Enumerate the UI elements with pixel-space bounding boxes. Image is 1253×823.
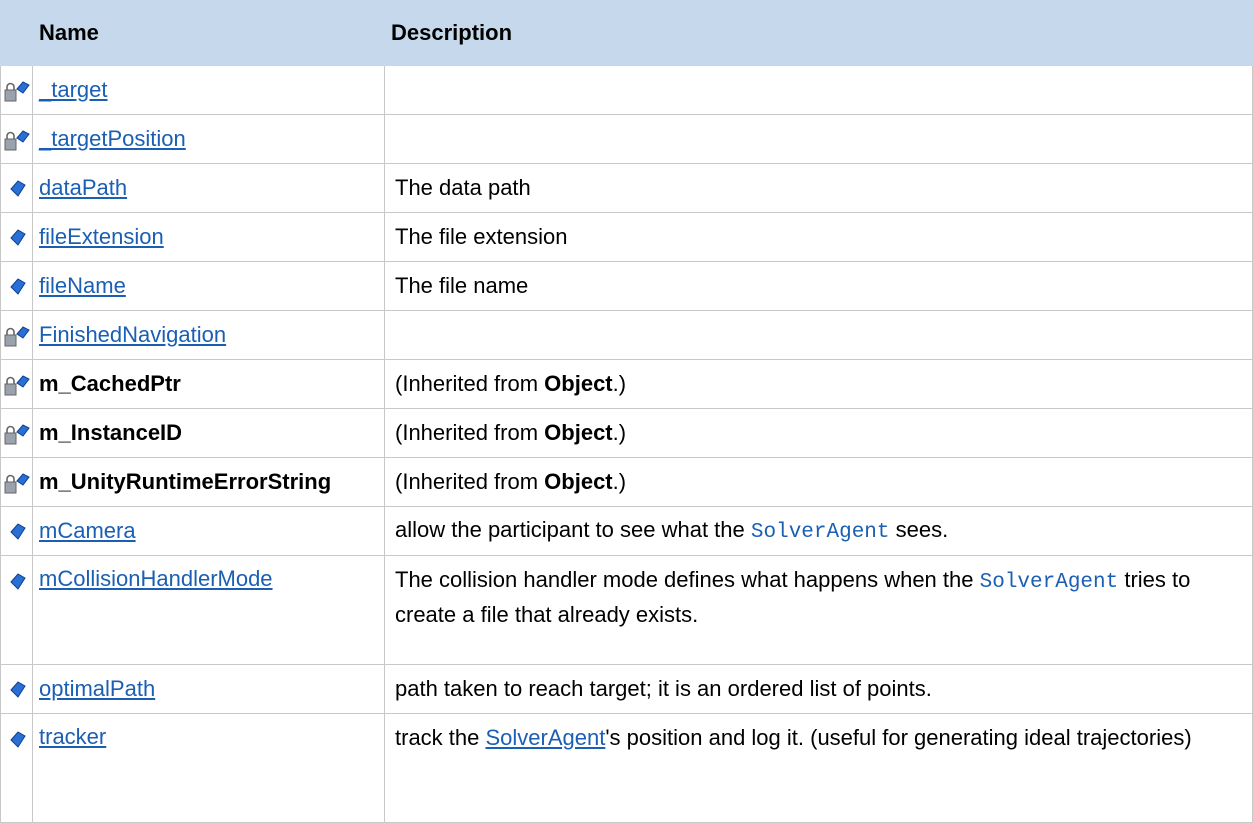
table-row: dataPath The data path	[0, 163, 1253, 213]
desc-bold: Object	[544, 371, 613, 396]
member-link-filename[interactable]: fileName	[39, 273, 126, 298]
member-link-optimalpath[interactable]: optimalPath	[39, 676, 155, 701]
table-row: mCollisionHandlerMode The collision hand…	[0, 555, 1253, 665]
member-description: (Inherited from Object.)	[384, 408, 1253, 458]
header-description: Description	[384, 0, 1253, 66]
member-name: m_CachedPtr	[39, 371, 181, 396]
desc-suffix: .)	[612, 469, 627, 494]
desc-prefix: (Inherited from	[395, 371, 545, 396]
table-row: m_InstanceID (Inherited from Object.)	[0, 408, 1253, 458]
member-link-tracker[interactable]: tracker	[39, 724, 106, 749]
header-name: Name	[32, 0, 385, 66]
public-field-icon	[4, 177, 30, 201]
member-description	[384, 310, 1253, 360]
table-row: FinishedNavigation	[0, 310, 1253, 360]
desc-bold: Object	[544, 420, 613, 445]
table-row: _target	[0, 65, 1253, 115]
desc-suffix: 's position and log it. (useful for gene…	[605, 725, 1192, 750]
member-link-targetposition[interactable]: _targetPosition	[39, 126, 186, 151]
member-description	[384, 114, 1253, 164]
desc-prefix: allow the participant to see what the	[395, 516, 751, 542]
desc-suffix: sees.	[889, 516, 949, 542]
desc-prefix: (Inherited from	[395, 469, 545, 494]
protected-field-icon	[4, 128, 30, 152]
member-link-mcamera[interactable]: mCamera	[39, 518, 136, 543]
table-row: fileName The file name	[0, 261, 1253, 311]
protected-field-icon	[4, 79, 30, 103]
desc-suffix: .)	[612, 371, 627, 396]
solveragent-link[interactable]: SolverAgent	[485, 725, 605, 750]
member-link-mcollisionhandlermode[interactable]: mCollisionHandlerMode	[39, 566, 273, 591]
member-link-fileextension[interactable]: fileExtension	[39, 224, 164, 249]
protected-field-icon	[4, 324, 30, 348]
table-row: tracker track the SolverAgent's position…	[0, 713, 1253, 823]
member-description	[384, 65, 1253, 115]
member-name: m_InstanceID	[39, 420, 183, 445]
members-table: Name Description _target _targetPosition…	[0, 0, 1253, 823]
table-row: optimalPath path taken to reach target; …	[0, 664, 1253, 714]
header-icon-column	[0, 0, 33, 66]
desc-prefix: track the	[395, 725, 486, 750]
desc-bold: Object	[544, 469, 613, 494]
member-description: The file name	[384, 261, 1253, 311]
public-field-icon	[4, 226, 30, 250]
member-description: (Inherited from Object.)	[384, 359, 1253, 409]
member-description: path taken to reach target; it is an ord…	[384, 664, 1253, 714]
public-field-icon	[4, 728, 30, 752]
member-name: m_UnityRuntimeErrorString	[39, 469, 332, 494]
public-field-icon	[4, 678, 30, 702]
member-description: track the SolverAgent's position and log…	[384, 713, 1253, 823]
protected-field-icon	[4, 422, 30, 446]
protected-field-icon	[4, 471, 30, 495]
public-field-icon	[4, 520, 30, 544]
member-link-finishednavigation[interactable]: FinishedNavigation	[39, 322, 226, 347]
member-link-datapath[interactable]: dataPath	[39, 175, 127, 200]
protected-field-icon	[4, 373, 30, 397]
header-row: Name Description	[0, 0, 1253, 66]
table-row: fileExtension The file extension	[0, 212, 1253, 262]
member-description: The file extension	[384, 212, 1253, 262]
table-row: _targetPosition	[0, 114, 1253, 164]
member-description: The data path	[384, 163, 1253, 213]
member-description: (Inherited from Object.)	[384, 457, 1253, 507]
public-field-icon	[4, 275, 30, 299]
desc-code: SolverAgent	[979, 571, 1119, 594]
member-link-target[interactable]: _target	[39, 77, 108, 102]
public-field-icon	[4, 570, 30, 594]
desc-prefix: The collision handler mode defines what …	[395, 567, 980, 592]
table-row: mCamera allow the participant to see wha…	[0, 506, 1253, 556]
desc-suffix: .)	[612, 420, 627, 445]
table-row: m_CachedPtr (Inherited from Object.)	[0, 359, 1253, 409]
table-row: m_UnityRuntimeErrorString (Inherited fro…	[0, 457, 1253, 507]
member-description: The collision handler mode defines what …	[384, 555, 1253, 665]
desc-prefix: (Inherited from	[395, 420, 545, 445]
desc-code: SolverAgent	[750, 520, 890, 544]
member-description: allow the participant to see what the So…	[384, 506, 1253, 556]
